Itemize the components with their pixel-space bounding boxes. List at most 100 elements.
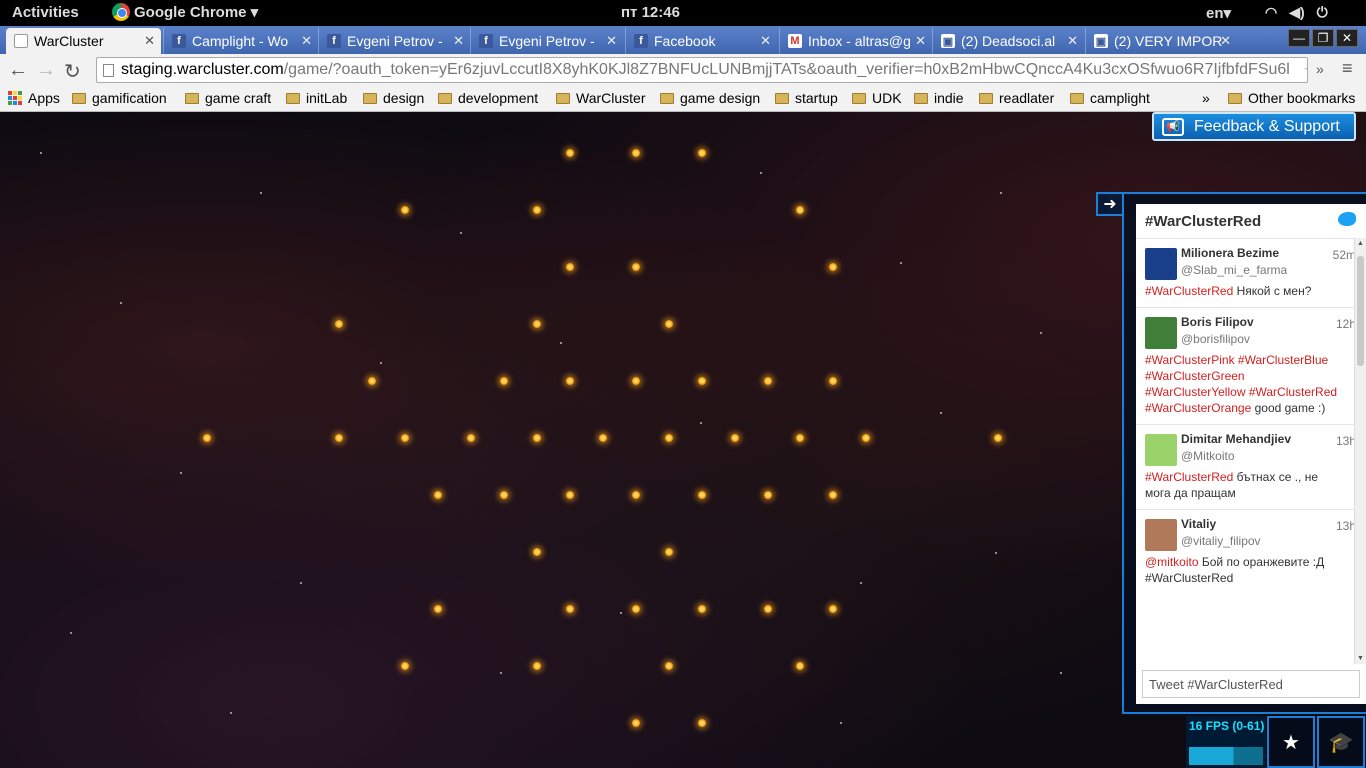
planet[interactable] xyxy=(500,377,508,385)
close-tab-icon[interactable]: ✕ xyxy=(301,33,312,49)
tweet-handle[interactable]: @Mitkoito xyxy=(1181,449,1342,463)
tab-gmail-inbox[interactable]: M Inbox - altras@g ✕ xyxy=(779,28,932,54)
planet[interactable] xyxy=(368,377,376,385)
planet[interactable] xyxy=(698,377,706,385)
planet[interactable] xyxy=(829,377,837,385)
planet[interactable] xyxy=(401,662,409,670)
graduation-cap-button[interactable]: 🎓 xyxy=(1317,716,1365,768)
clock[interactable]: пт 12:46 xyxy=(621,4,680,21)
bookmark-folder-development[interactable]: development xyxy=(438,90,538,106)
planet[interactable] xyxy=(632,605,640,613)
bookmark-folder-game-design[interactable]: game design xyxy=(660,90,760,106)
planet[interactable] xyxy=(731,434,739,442)
volume-icon[interactable]: ◀) xyxy=(1289,4,1304,21)
planet[interactable] xyxy=(829,263,837,271)
close-tab-icon[interactable]: ✕ xyxy=(453,33,464,49)
favorite-star-button[interactable]: ★ xyxy=(1267,716,1315,768)
planet[interactable] xyxy=(796,206,804,214)
mention-link[interactable]: @mitkoito xyxy=(1145,555,1199,569)
tweet-time[interactable]: 52m xyxy=(1333,248,1356,262)
planet[interactable] xyxy=(665,434,673,442)
tweet-compose-input[interactable]: Tweet #WarClusterRed xyxy=(1142,670,1360,698)
app-menu[interactable]: Google Chrome ▾ xyxy=(112,3,258,21)
planet[interactable] xyxy=(533,662,541,670)
power-icon[interactable]: ⏻ xyxy=(1317,4,1328,21)
close-tab-icon[interactable]: ✕ xyxy=(915,33,926,49)
avatar[interactable] xyxy=(1145,519,1177,551)
planet[interactable] xyxy=(632,377,640,385)
planet[interactable] xyxy=(566,149,574,157)
tweet-item[interactable]: Boris Filipov @borisfilipov 12h #WarClus… xyxy=(1136,307,1366,424)
bookmark-folder-warcluster[interactable]: WarCluster xyxy=(556,90,646,106)
bookmark-star-icon[interactable]: ☆ xyxy=(1299,60,1307,80)
forward-arrow-icon[interactable]: → xyxy=(36,59,56,82)
close-window-icon[interactable]: ✕ xyxy=(1336,29,1358,47)
extensions-overflow-icon[interactable]: » xyxy=(1316,61,1324,77)
avatar[interactable] xyxy=(1145,248,1177,280)
planet[interactable] xyxy=(764,605,772,613)
close-tab-icon[interactable]: ✕ xyxy=(606,33,617,49)
close-tab-icon[interactable]: ✕ xyxy=(760,33,771,49)
planet[interactable] xyxy=(566,263,574,271)
tweet-author[interactable]: Boris Filipov xyxy=(1181,315,1342,329)
back-arrow-icon[interactable]: ← xyxy=(8,59,28,82)
scroll-down-icon[interactable]: ▼ xyxy=(1357,655,1364,662)
planet[interactable] xyxy=(796,662,804,670)
hashtag-link[interactable]: #WarClusterRed xyxy=(1145,284,1233,298)
scroll-up-icon[interactable]: ▲ xyxy=(1357,240,1364,247)
planet[interactable] xyxy=(566,377,574,385)
tweet-handle[interactable]: @Slab_mi_e_farma xyxy=(1181,263,1342,277)
planet[interactable] xyxy=(533,548,541,556)
chrome-menu-icon[interactable]: ≡ xyxy=(1342,58,1353,79)
bookmark-folder-design[interactable]: design xyxy=(363,90,424,106)
tweet-time[interactable]: 12h xyxy=(1336,317,1356,331)
keyboard-layout-indicator[interactable]: en▾ xyxy=(1206,4,1231,22)
planet[interactable] xyxy=(500,491,508,499)
close-tab-icon[interactable]: ✕ xyxy=(144,33,155,49)
planet[interactable] xyxy=(764,377,772,385)
planet[interactable] xyxy=(434,491,442,499)
planet[interactable] xyxy=(566,605,574,613)
tab-facebook[interactable]: f Facebook ✕ xyxy=(625,28,777,54)
activities-button[interactable]: Activities xyxy=(12,4,79,21)
bookmark-folder-game-craft[interactable]: game craft xyxy=(185,90,271,106)
tweet-item[interactable]: Vitaliy @vitaliy_filipov 13h @mitkoito Б… xyxy=(1136,509,1366,594)
bookmark-folder-readlater[interactable]: readlater xyxy=(979,90,1054,106)
tweet-handle[interactable]: @borisfilipov xyxy=(1181,332,1342,346)
planet[interactable] xyxy=(665,548,673,556)
planet[interactable] xyxy=(533,320,541,328)
planet[interactable] xyxy=(632,491,640,499)
avatar[interactable] xyxy=(1145,434,1177,466)
close-tab-icon[interactable]: ✕ xyxy=(1067,33,1078,49)
collapse-panel-arrow-icon[interactable]: ➜ xyxy=(1096,192,1124,216)
planet[interactable] xyxy=(335,320,343,328)
avatar[interactable] xyxy=(1145,317,1177,349)
feedback-support-button[interactable]: 📢 Feedback & Support xyxy=(1152,112,1356,141)
planet[interactable] xyxy=(698,605,706,613)
planet[interactable] xyxy=(533,434,541,442)
tweet-time[interactable]: 13h xyxy=(1336,519,1356,533)
address-bar[interactable]: staging.warcluster.com/game/?oauth_token… xyxy=(96,57,1308,83)
bookmark-folder-gamification[interactable]: gamification xyxy=(72,90,167,106)
planet[interactable] xyxy=(829,605,837,613)
bookmark-folder-udk[interactable]: UDK xyxy=(852,90,902,106)
reload-icon[interactable]: ↻ xyxy=(64,59,81,84)
planet[interactable] xyxy=(994,434,1002,442)
wifi-icon[interactable]: ◠ xyxy=(1265,4,1277,21)
bookmarks-overflow-button[interactable]: » xyxy=(1202,90,1210,106)
hashtag-title[interactable]: #WarClusterRed xyxy=(1145,213,1261,230)
minimize-icon[interactable]: — xyxy=(1288,29,1310,47)
tweet-author[interactable]: Milionera Bezime xyxy=(1181,246,1342,260)
tweet-item[interactable]: Dimitar Mehandjiev @Mitkoito 13h #WarClu… xyxy=(1136,424,1366,509)
tweet-handle[interactable]: @vitaliy_filipov xyxy=(1181,534,1342,548)
planet[interactable] xyxy=(632,263,640,271)
planet[interactable] xyxy=(665,320,673,328)
planet[interactable] xyxy=(665,662,673,670)
tab-evgeni-petrov-1[interactable]: f Evgeni Petrov - ✕ xyxy=(318,28,470,54)
system-status-icons[interactable]: ◠ ◀) ⏻ xyxy=(1265,4,1328,21)
bookmark-folder-camplight[interactable]: camplight xyxy=(1070,90,1150,106)
planet[interactable] xyxy=(467,434,475,442)
tab-very-important[interactable]: ▣ (2) VERY IMPOR ✕ xyxy=(1085,28,1237,54)
tab-warcluster[interactable]: WarCluster ✕ xyxy=(6,28,161,54)
planet[interactable] xyxy=(434,605,442,613)
